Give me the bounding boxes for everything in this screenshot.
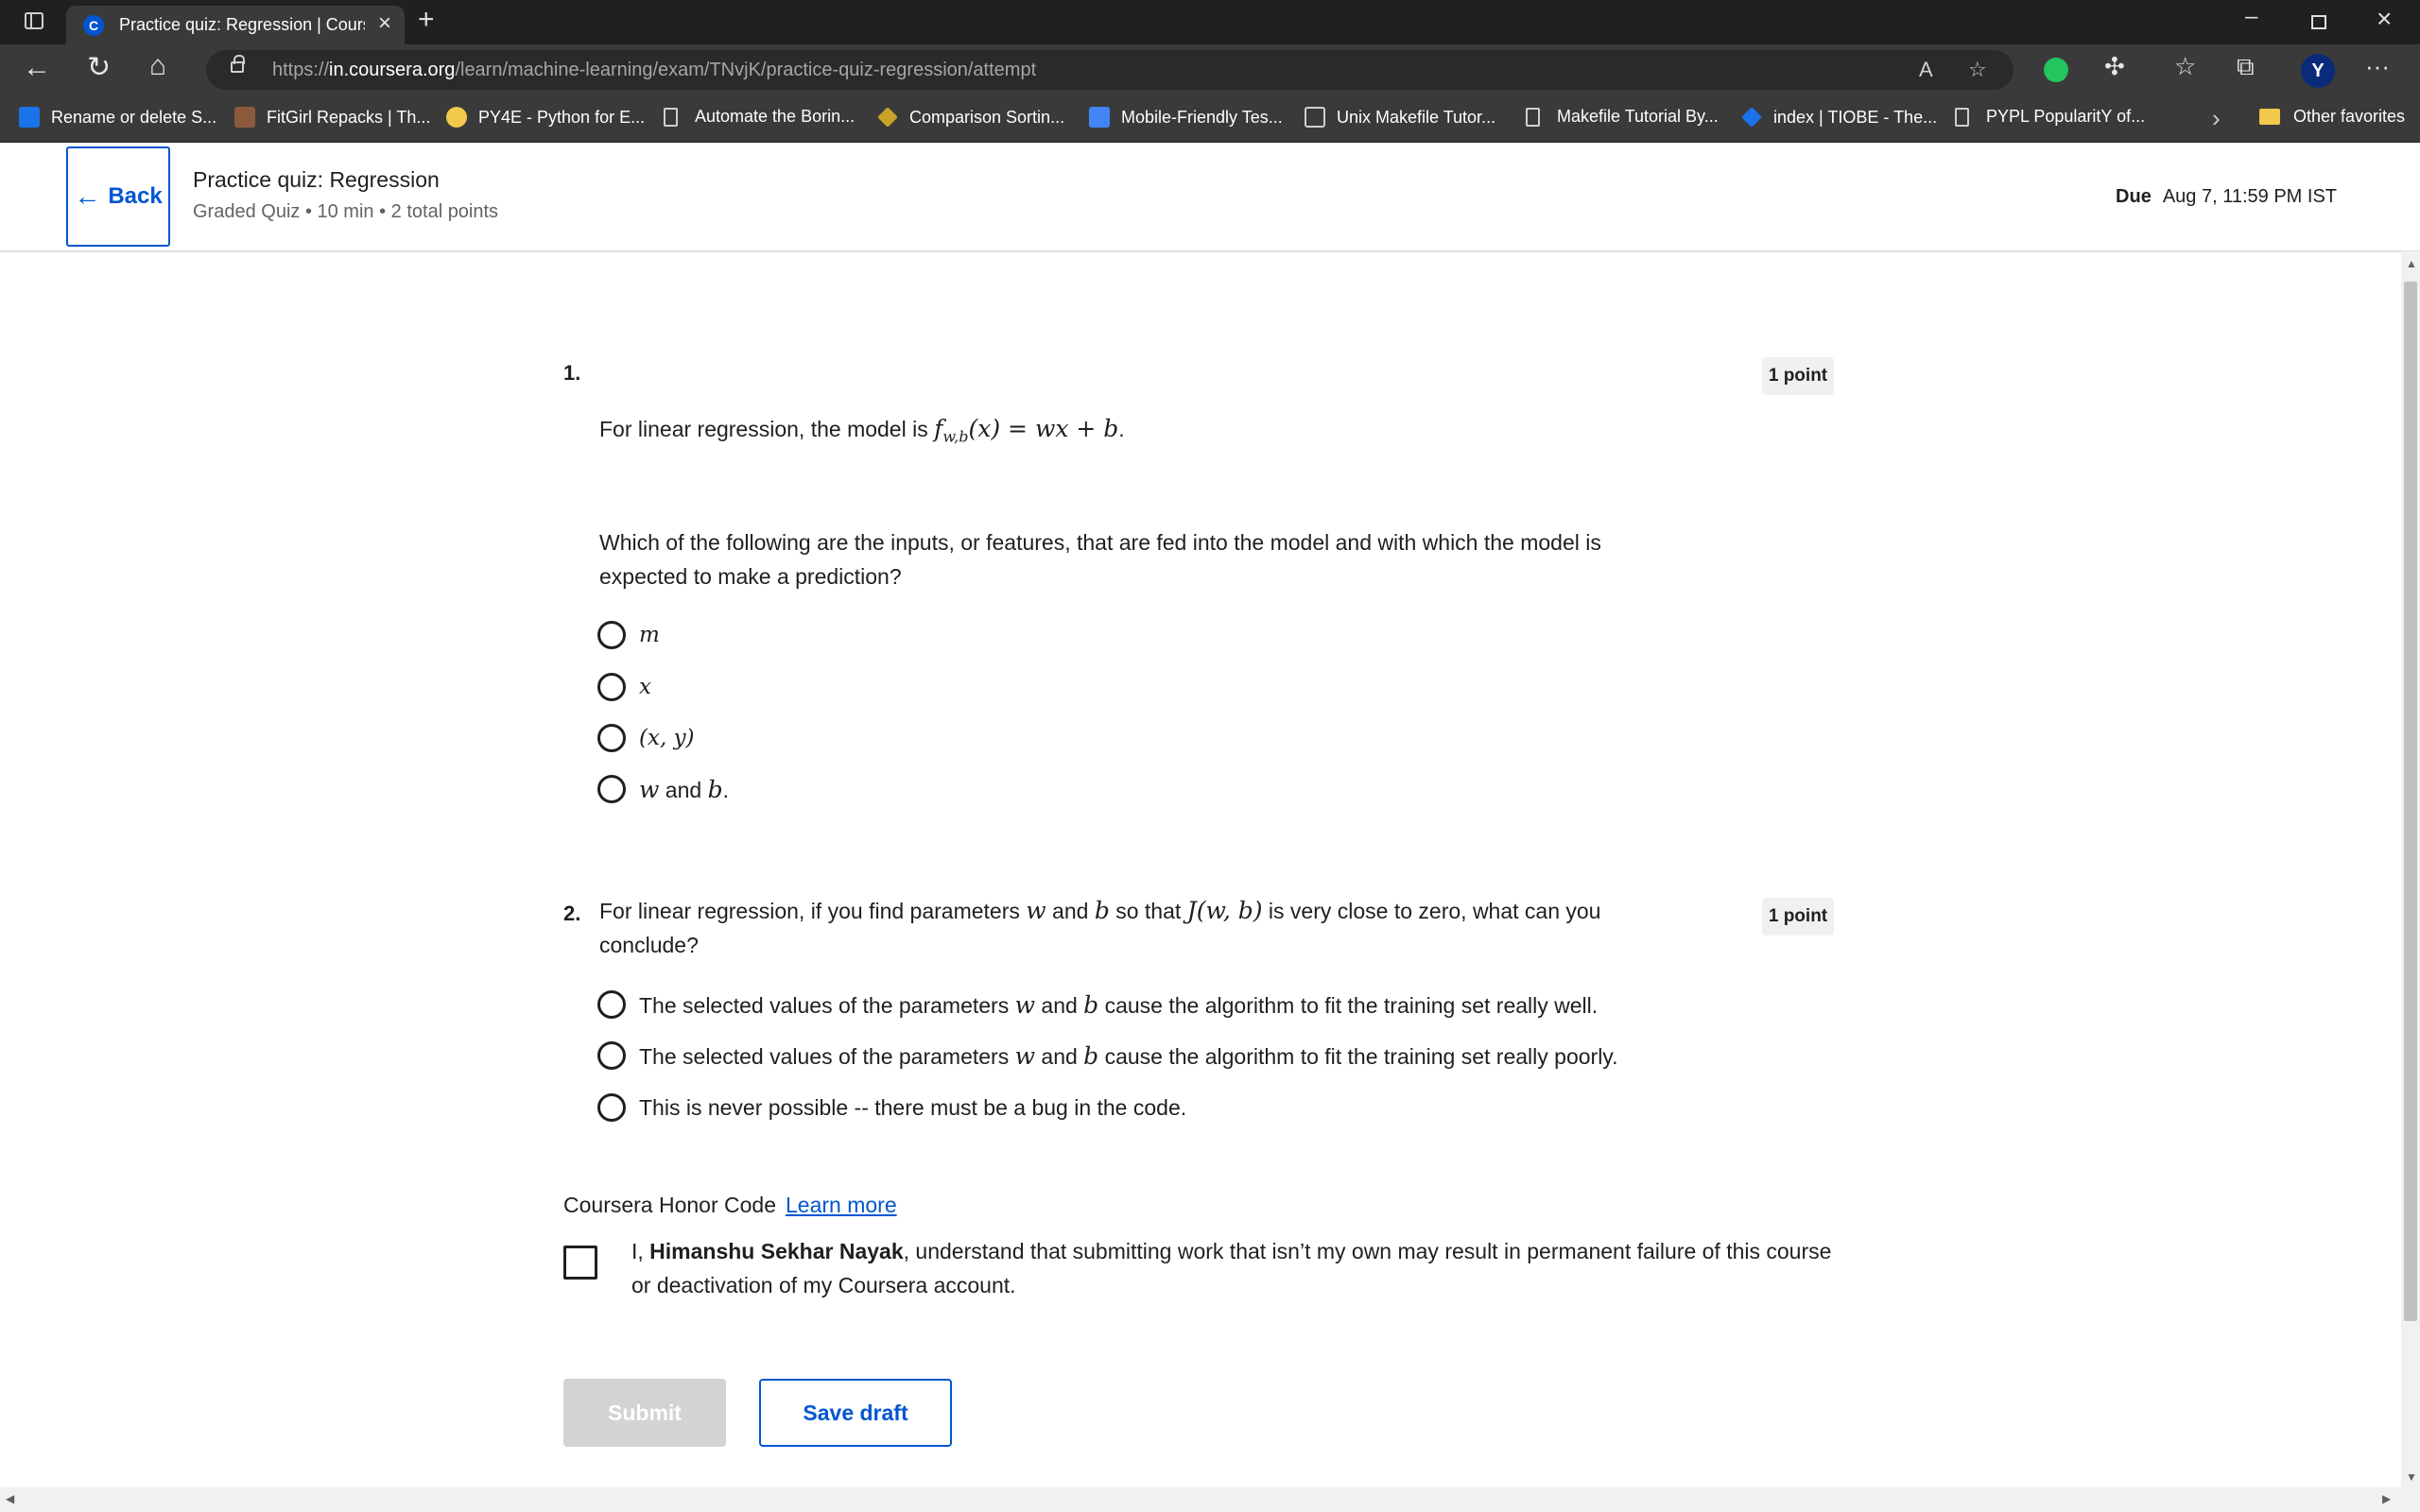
- new-tab-icon[interactable]: +: [418, 6, 435, 34]
- extensions-puzzle-icon[interactable]: ✣: [2104, 54, 2125, 78]
- bookmark-item[interactable]: index | TIOBE - The...: [1741, 107, 1937, 128]
- honor-code-text: I, Himanshu Sekhar Nayak, understand tha…: [631, 1239, 1832, 1297]
- page-icon: [1526, 107, 1540, 127]
- restore-icon[interactable]: [2311, 15, 2326, 29]
- learn-more-link[interactable]: Learn more: [786, 1193, 897, 1217]
- answer-option[interactable]: m: [597, 621, 660, 649]
- bookmark-favicon-icon: [1305, 107, 1325, 128]
- scroll-left-icon[interactable]: ◀: [6, 1492, 14, 1505]
- quiz-content: 1. 1 point For linear regression, the mo…: [0, 251, 2401, 1487]
- python-icon: [446, 107, 467, 128]
- quiz-header: ← Back Practice quiz: Regression Graded …: [0, 143, 2420, 252]
- add-favorite-icon[interactable]: ☆: [1968, 58, 1987, 82]
- other-favorites[interactable]: Other favorites: [2259, 107, 2405, 127]
- points-badge: 1 point: [1762, 357, 1834, 395]
- bookmark-favicon-icon: [1089, 107, 1110, 128]
- lock-icon[interactable]: [231, 55, 245, 73]
- browser-toolbar: ← ↻ ⌂ https://in.coursera.org/learn/mach…: [0, 44, 2420, 98]
- answer-option[interactable]: (x, y): [597, 724, 695, 752]
- answer-option[interactable]: The selected values of the parameters w …: [597, 990, 1598, 1019]
- bookmark-item[interactable]: Unix Makefile Tutor...: [1305, 107, 1495, 128]
- bookmark-favicon-icon: [19, 107, 40, 128]
- bookmark-item[interactable]: Automate the Borin...: [664, 107, 855, 127]
- bookmark-item[interactable]: PY4E - Python for E...: [446, 107, 645, 128]
- save-draft-button[interactable]: Save draft: [759, 1379, 952, 1447]
- answer-option[interactable]: This is never possible -- there must be …: [597, 1093, 1186, 1122]
- vertical-scrollbar[interactable]: ▲ ▼: [2401, 251, 2420, 1487]
- question-prompt: Which of the following are the inputs, o…: [599, 530, 1601, 589]
- address-bar[interactable]: https://in.coursera.org/learn/machine-le…: [206, 50, 2014, 90]
- extension-icon[interactable]: [2044, 58, 2068, 82]
- answer-option[interactable]: x: [597, 673, 651, 701]
- bookmark-item[interactable]: PYPL PopularitY of...: [1955, 107, 2145, 127]
- points-badge: 1 point: [1762, 898, 1834, 936]
- scrollbar-thumb[interactable]: [2404, 282, 2417, 1321]
- radio-button[interactable]: [597, 673, 626, 701]
- page-icon: [664, 107, 678, 127]
- bookmarks-bar: Rename or delete S... FitGirl Repacks | …: [0, 98, 2420, 143]
- bookmark-favicon-icon: [877, 107, 898, 128]
- tab-actions-icon[interactable]: [25, 12, 43, 29]
- answer-option[interactable]: w and b.: [597, 775, 729, 803]
- more-menu-icon[interactable]: ···: [2365, 54, 2390, 78]
- favorites-icon[interactable]: ☆: [2174, 54, 2196, 78]
- back-label: Back: [108, 183, 163, 209]
- submit-button[interactable]: Submit: [563, 1379, 726, 1447]
- bookmark-favicon-icon: [1741, 107, 1762, 128]
- radio-button[interactable]: [597, 775, 626, 803]
- answer-option[interactable]: The selected values of the parameters w …: [597, 1041, 1617, 1070]
- read-aloud-icon[interactable]: A: [1919, 58, 1933, 82]
- tab-close-icon[interactable]: ×: [378, 12, 391, 35]
- scroll-down-icon[interactable]: ▼: [2406, 1470, 2417, 1484]
- scroll-right-icon[interactable]: ▶: [2382, 1492, 2391, 1505]
- question-number: 1.: [563, 361, 581, 385]
- radio-button[interactable]: [597, 1041, 626, 1070]
- refresh-icon[interactable]: ↻: [87, 54, 111, 82]
- question-intro: For linear regression, the model is fw,b…: [599, 415, 1125, 446]
- due-date: Due Aug 7, 11:59 PM IST: [2116, 186, 2337, 207]
- radio-button[interactable]: [597, 1093, 626, 1122]
- browser-tab-active[interactable]: C Practice quiz: Regression | Coursera ×: [66, 6, 405, 44]
- quiz-meta: Graded Quiz • 10 min • 2 total points: [193, 201, 499, 222]
- folder-icon: [2259, 109, 2280, 125]
- bookmark-favicon-icon: [234, 107, 255, 128]
- page-title: Practice quiz: Regression: [193, 167, 440, 192]
- browser-titlebar: C Practice quiz: Regression | Coursera ×…: [0, 0, 2420, 44]
- bookmark-item[interactable]: Makefile Tutorial By...: [1526, 107, 1719, 127]
- minimize-icon[interactable]: –: [2245, 4, 2257, 30]
- url-text[interactable]: https://in.coursera.org/learn/machine-le…: [272, 60, 1036, 81]
- coursera-favicon-icon: C: [83, 15, 104, 36]
- collections-icon[interactable]: ⧉: [2237, 54, 2255, 78]
- tab-title: Practice quiz: Regression | Coursera: [119, 15, 365, 34]
- honor-code-checkbox[interactable]: [563, 1246, 597, 1280]
- radio-button[interactable]: [597, 724, 626, 752]
- arrow-left-icon: ←: [74, 181, 101, 211]
- question-number: 2.: [563, 902, 581, 925]
- bookmark-item[interactable]: Mobile-Friendly Tes...: [1089, 107, 1283, 128]
- radio-button[interactable]: [597, 621, 626, 649]
- window-close-icon[interactable]: ×: [2377, 4, 2392, 34]
- home-icon[interactable]: ⌂: [149, 52, 166, 80]
- page-icon: [1955, 107, 1969, 127]
- back-arrow-icon[interactable]: ←: [23, 54, 51, 82]
- question-prompt: For linear regression, if you find param…: [599, 897, 1601, 957]
- bookmark-item[interactable]: Rename or delete S...: [19, 107, 216, 128]
- honor-code-title: Coursera Honor Code Learn more: [563, 1193, 897, 1217]
- radio-button[interactable]: [597, 990, 626, 1019]
- scroll-up-icon[interactable]: ▲: [2406, 257, 2417, 270]
- profile-avatar[interactable]: Y: [2301, 54, 2335, 88]
- horizontal-scrollbar[interactable]: ◀ ▶: [0, 1487, 2420, 1512]
- bookmark-item[interactable]: FitGirl Repacks | Th...: [234, 107, 430, 128]
- bookmark-item[interactable]: Comparison Sortin...: [877, 107, 1064, 128]
- chevron-right-icon[interactable]: ›: [2212, 104, 2221, 133]
- back-button[interactable]: ← Back: [66, 146, 170, 247]
